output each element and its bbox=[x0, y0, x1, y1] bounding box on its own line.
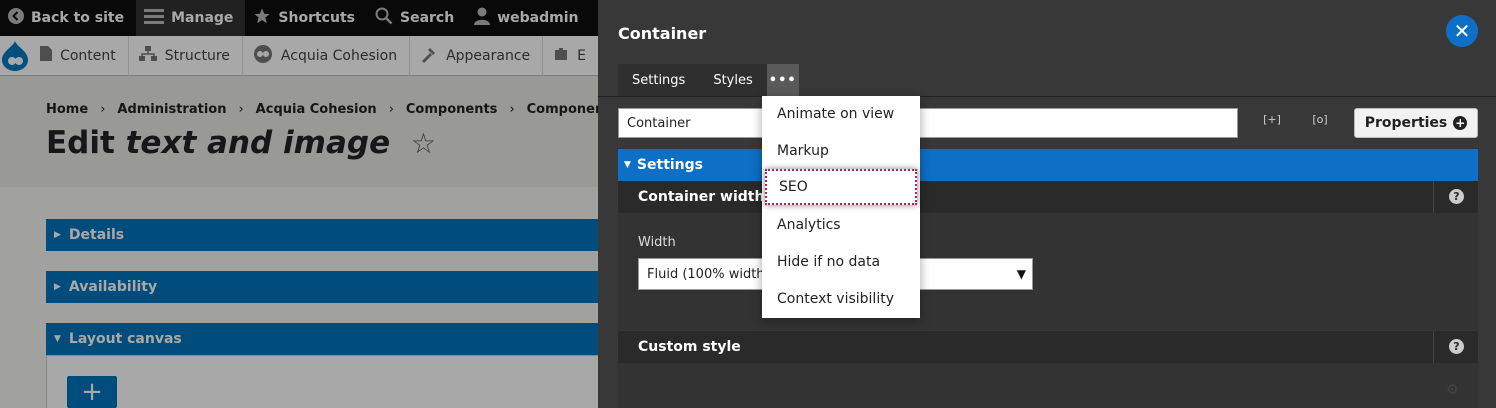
expand-icon[interactable]: [+] bbox=[1258, 113, 1286, 126]
menu-item-seo[interactable]: SEO bbox=[765, 169, 917, 205]
sidebar-editor: Container ✕ Settings Styles ••• Containe… bbox=[598, 0, 1496, 408]
width-field-label: Width bbox=[638, 235, 676, 250]
modal-overlay[interactable] bbox=[0, 0, 598, 408]
custom-style-label: Custom style bbox=[638, 339, 741, 355]
tab-styles[interactable]: Styles bbox=[699, 64, 767, 97]
custom-style-body bbox=[618, 363, 1478, 408]
header-divider bbox=[1433, 181, 1434, 213]
menu-item-animate-on-view[interactable]: Animate on view bbox=[762, 96, 920, 132]
gear-icon: ⚙ bbox=[1446, 382, 1459, 398]
close-button[interactable]: ✕ bbox=[1446, 15, 1478, 47]
menu-item-context-visibility[interactable]: Context visibility bbox=[762, 281, 920, 317]
container-width-header[interactable]: Container width ? bbox=[618, 181, 1478, 213]
help-icon[interactable]: ? bbox=[1449, 189, 1464, 204]
tab-settings[interactable]: Settings bbox=[618, 64, 700, 97]
properties-label: Properties bbox=[1364, 115, 1448, 131]
help-icon[interactable]: ? bbox=[1449, 339, 1464, 354]
sidebar-title: Container bbox=[618, 24, 707, 43]
more-options-button[interactable]: ••• bbox=[766, 64, 799, 97]
element-name-input[interactable]: Container bbox=[618, 108, 1238, 138]
more-options-dropdown: Animate on view Markup SEO Analytics Hid… bbox=[762, 96, 920, 318]
custom-style-header[interactable]: Custom style ? bbox=[618, 331, 1478, 363]
caret-down-icon: ▼ bbox=[1016, 267, 1026, 281]
menu-item-hide-if-no-data[interactable]: Hide if no data bbox=[762, 244, 920, 280]
settings-section-label: Settings bbox=[636, 157, 704, 173]
plus-circle-icon: + bbox=[1453, 116, 1468, 130]
header-divider bbox=[1433, 331, 1434, 363]
menu-item-markup[interactable]: Markup bbox=[762, 133, 920, 169]
triangle-down-icon: ▼ bbox=[624, 160, 631, 170]
tab-divider bbox=[598, 96, 1496, 97]
properties-button[interactable]: Properties + bbox=[1354, 108, 1478, 138]
menu-item-analytics[interactable]: Analytics bbox=[762, 207, 920, 243]
sidebar-tabs: Settings Styles ••• bbox=[618, 64, 799, 97]
settings-section-header[interactable]: ▼ Settings bbox=[618, 149, 1478, 181]
container-width-label: Container width bbox=[638, 189, 765, 205]
preview-icon[interactable]: [o] bbox=[1306, 113, 1334, 126]
